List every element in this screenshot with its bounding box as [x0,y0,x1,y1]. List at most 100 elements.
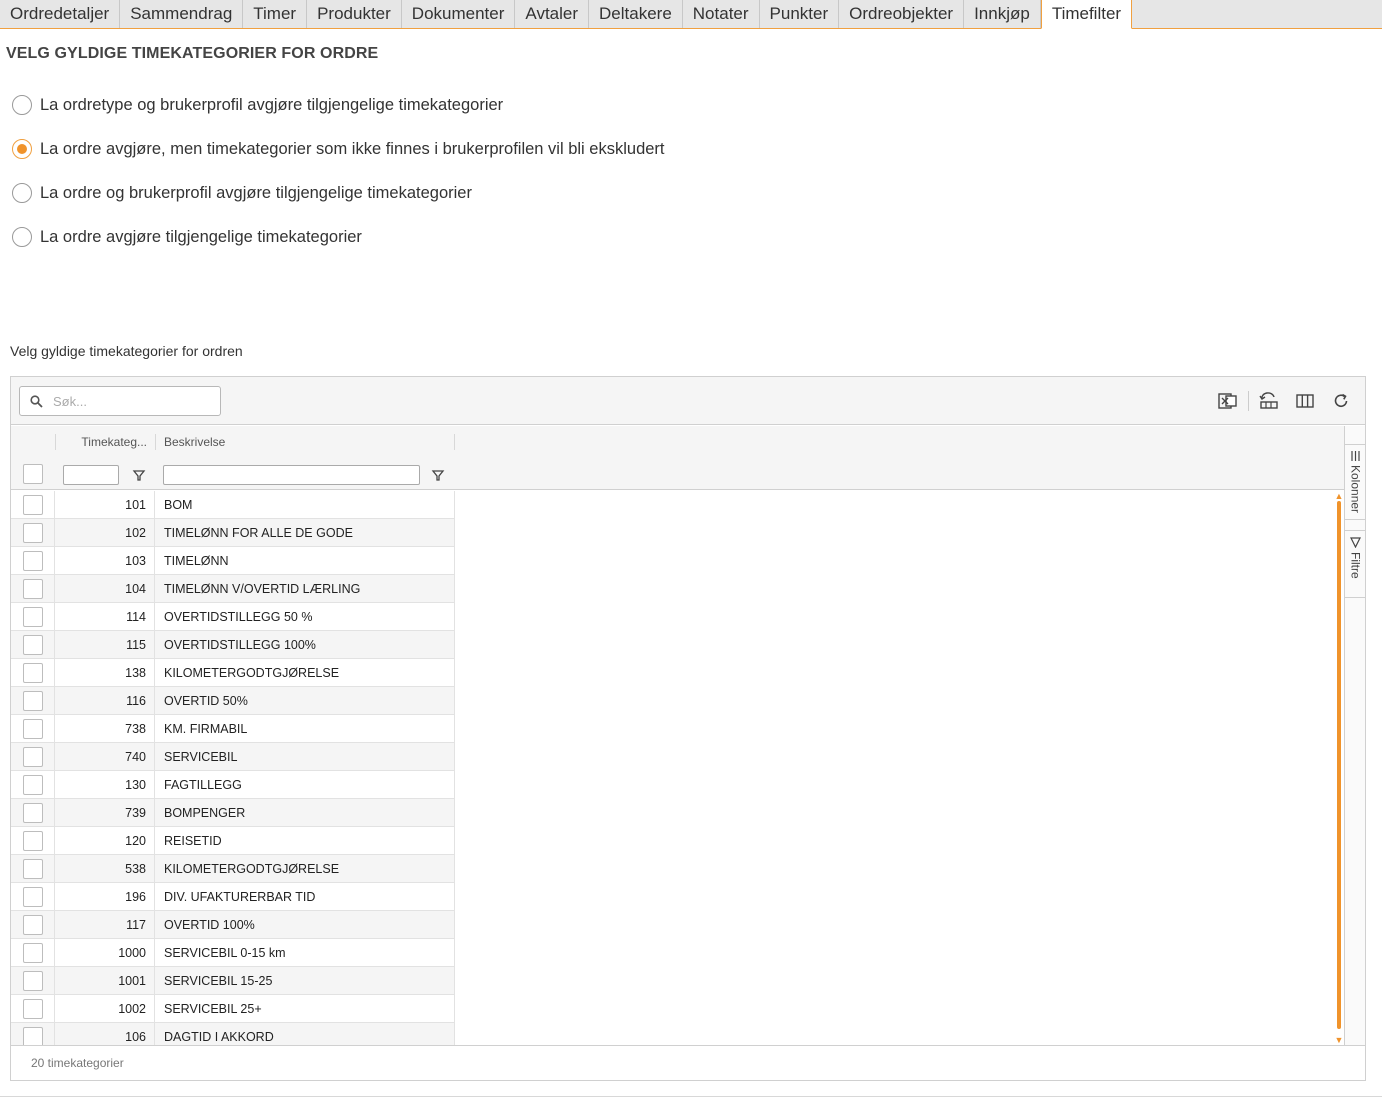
table-row[interactable]: 538 KILOMETERGODTGJØRELSE [11,854,455,883]
row-checkbox[interactable] [22,774,43,795]
cell-timekategori: 739 [55,798,155,827]
tab-notater[interactable]: Notater [683,0,760,28]
radio-option-2[interactable]: La ordre avgjøre, men timekategorier som… [12,138,665,160]
row-checkbox[interactable] [22,746,43,767]
filter-icon [1350,537,1361,548]
table-row[interactable]: 117 OVERTID 100% [11,910,455,939]
table-row[interactable]: 1001 SERVICEBIL 15-25 [11,966,455,995]
filter-input-timekategori[interactable] [63,465,119,485]
row-checkbox-cell [11,658,55,687]
row-checkbox[interactable] [22,634,43,655]
table-row[interactable]: 106 DAGTID I AKKORD [11,1022,455,1045]
cell-timekategori: 130 [55,770,155,799]
row-checkbox[interactable] [22,690,43,711]
table-row[interactable]: 1000 SERVICEBIL 0-15 km [11,938,455,967]
row-checkbox[interactable] [22,606,43,627]
vertical-scrollbar[interactable]: ▲ ▼ [1334,491,1344,1045]
table-row[interactable]: 103 TIMELØNN [11,546,455,575]
radio-button[interactable] [12,183,32,203]
filter-input-beskrivelse[interactable] [163,465,420,485]
column-header-timekategori[interactable]: Timekateg... [55,426,155,458]
cell-beskrivelse: DIV. UFAKTURERBAR TID [155,882,455,911]
table-row[interactable]: 114 OVERTIDSTILLEGG 50 % [11,602,455,631]
column-header-label: Beskrivelse [164,435,226,449]
row-checkbox[interactable] [22,578,43,599]
row-checkbox[interactable] [22,998,43,1019]
row-checkbox[interactable] [22,942,43,963]
row-checkbox[interactable] [22,802,43,823]
row-checkbox[interactable] [22,662,43,683]
row-checkbox[interactable] [22,522,43,543]
row-checkbox[interactable] [22,494,43,515]
search-box[interactable] [19,386,221,416]
row-checkbox-cell [11,994,55,1023]
row-checkbox[interactable] [22,550,43,571]
tab-bar: Ordredetaljer Sammendrag Timer Produkter Dok… [0,0,1382,29]
row-checkbox[interactable] [22,830,43,851]
table-row[interactable]: 116 OVERTID 50% [11,686,455,715]
tab-produkter[interactable]: Produkter [307,0,402,28]
row-checkbox[interactable] [22,718,43,739]
radio-button[interactable] [12,95,32,115]
scroll-up-icon[interactable]: ▲ [1334,491,1344,501]
grid-label: Velg gyldige timekategorier for ordren [10,343,243,359]
tab-ordreobjekter[interactable]: Ordreobjekter [839,0,965,28]
table-row[interactable]: 739 BOMPENGER [11,798,455,827]
table-row[interactable]: 1002 SERVICEBIL 25+ [11,994,455,1023]
table-row[interactable]: 738 KM. FIRMABIL [11,714,455,743]
side-tab-kolonner[interactable]: Kolonner [1345,444,1366,520]
table-row[interactable]: 740 SERVICEBIL [11,742,455,771]
reset-layout-icon[interactable] [1257,390,1281,412]
row-checkbox[interactable] [22,1026,43,1045]
radio-option-3[interactable]: La ordre og brukerprofil avgjøre tilgjen… [12,182,472,204]
tab-avtaler[interactable]: Avtaler [515,0,590,28]
scroll-down-icon[interactable]: ▼ [1334,1035,1344,1045]
radio-button[interactable] [12,139,32,159]
cell-beskrivelse: TIMELØNN FOR ALLE DE GODE [155,518,455,547]
table-row[interactable]: 104 TIMELØNN V/OVERTID LÆRLING [11,574,455,603]
table-row[interactable]: 130 FAGTILLEGG [11,770,455,799]
row-checkbox[interactable] [22,886,43,907]
radio-option-4[interactable]: La ordre avgjøre tilgjengelige timekateg… [12,226,362,248]
table-row[interactable]: 196 DIV. UFAKTURERBAR TID [11,882,455,911]
side-tab-filtre[interactable]: Filtre [1345,530,1366,598]
table-row[interactable]: 138 KILOMETERGODTGJØRELSE [11,658,455,687]
radio-button[interactable] [12,227,32,247]
timekategori-grid: Timekateg... Beskrivelse 101BOM102TIMELØ… [10,376,1366,1081]
table-row[interactable]: 102 TIMELØNN FOR ALLE DE GODE [11,518,455,547]
radio-option-1[interactable]: La ordretype og brukerprofil avgjøre til… [12,94,503,116]
select-all-checkbox[interactable] [23,464,43,484]
cell-timekategori: 1002 [55,994,155,1023]
column-header-beskrivelse[interactable]: Beskrivelse [164,426,454,458]
cell-beskrivelse: SERVICEBIL [155,742,455,771]
radio-label: La ordre og brukerprofil avgjøre tilgjen… [40,183,472,202]
filter-icon[interactable] [431,468,445,482]
grid-header: Timekateg... Beskrivelse [11,426,1344,490]
radio-label: La ordre avgjøre, men timekategorier som… [40,139,665,158]
table-row[interactable]: 115 OVERTIDSTILLEGG 100% [11,630,455,659]
tab-dokumenter[interactable]: Dokumenter [402,0,516,28]
cell-beskrivelse: KILOMETERGODTGJØRELSE [155,658,455,687]
table-row[interactable]: 101 BOM [11,491,455,519]
tab-sammendrag[interactable]: Sammendrag [120,0,244,28]
row-checkbox[interactable] [22,970,43,991]
tab-punkter[interactable]: Punkter [760,0,840,28]
table-row[interactable]: 120 REISETID [11,826,455,855]
cell-timekategori: 117 [55,910,155,939]
tab-timefilter[interactable]: Timefilter [1040,0,1133,29]
refresh-icon[interactable] [1329,390,1353,412]
scrollbar-thumb[interactable] [1337,501,1341,1029]
tab-ordredetaljer[interactable]: Ordredetaljer [0,0,121,28]
search-input[interactable] [51,392,211,410]
tab-innkjøp[interactable]: Innkjøp [964,0,1041,28]
filter-icon[interactable] [132,468,146,482]
columns-icon[interactable] [1293,390,1317,412]
tab-timer[interactable]: Timer [243,0,308,28]
row-checkbox[interactable] [22,914,43,935]
cell-beskrivelse: OVERTIDSTILLEGG 50 % [155,602,455,631]
tab-deltakere[interactable]: Deltakere [589,0,683,28]
row-checkbox[interactable] [22,858,43,879]
excel-export-icon[interactable] [1216,390,1240,412]
cell-beskrivelse: REISETID [155,826,455,855]
cell-beskrivelse: SERVICEBIL 15-25 [155,966,455,995]
